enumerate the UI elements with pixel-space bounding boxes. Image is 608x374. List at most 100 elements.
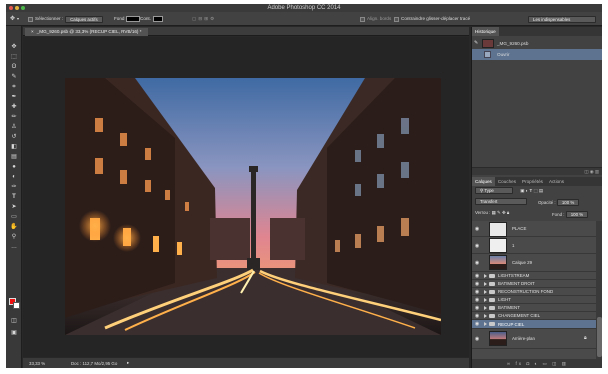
add-mask-icon[interactable]: ◘ — [526, 361, 531, 366]
blend-mode-dropdown[interactable]: Transfert — [475, 198, 527, 205]
brush-icon[interactable]: ✏ — [9, 114, 19, 121]
visibility-eye-icon[interactable]: ◉ — [474, 313, 480, 319]
tab-actions[interactable]: Actions — [546, 177, 567, 186]
link-layers-icon[interactable]: ∞ — [507, 361, 512, 366]
history-source-icon[interactable]: ✎ — [474, 38, 478, 49]
new-group-icon[interactable]: ▭ — [542, 361, 548, 366]
visibility-eye-icon[interactable]: ◉ — [474, 260, 480, 266]
blur-icon[interactable]: ● — [9, 164, 19, 171]
document-info[interactable]: Doc : 112,7 Mo/2,95 Go — [71, 361, 117, 366]
lock-paint-icon[interactable]: ✎ — [497, 210, 501, 215]
visibility-eye-icon[interactable]: ◉ — [474, 336, 480, 342]
expand-arrow-icon[interactable] — [484, 282, 487, 286]
path-select-icon[interactable]: ➤ — [9, 204, 19, 211]
quick-select-icon[interactable]: ✎ — [9, 74, 19, 81]
expand-arrow-icon[interactable] — [484, 274, 487, 278]
trash-icon[interactable]: ▥ — [562, 361, 568, 366]
layer-group-row-selected[interactable]: ◉ RECUP CIEL — [472, 320, 596, 329]
marquee-icon[interactable]: ⬚ — [9, 54, 19, 61]
scrollbar-thumb[interactable] — [597, 317, 602, 357]
history-state[interactable]: Ouvrir — [472, 49, 602, 60]
background-layer-row[interactable]: ◉ Arrière-plan 🔒︎ — [472, 329, 596, 349]
layer-group-row[interactable]: ◉ CHANGEMENT CIEL — [472, 312, 596, 320]
close-window-button[interactable] — [9, 6, 13, 10]
hand-icon[interactable]: ✋ — [9, 224, 19, 231]
filter-pixel-icon[interactable]: ▣ — [520, 188, 524, 193]
tab-properties[interactable]: Propriétés — [519, 177, 546, 186]
history-brush-icon[interactable]: ↺ — [9, 134, 19, 141]
background-color-swatch[interactable] — [13, 302, 20, 309]
layer-style-icon[interactable]: fx — [515, 361, 523, 366]
path-alignment-icon[interactable]: ⊟ — [198, 15, 202, 23]
expand-arrow-icon[interactable] — [484, 314, 487, 318]
expand-arrow-icon[interactable] — [484, 306, 487, 310]
tab-history[interactable]: Historique — [472, 27, 499, 36]
shape-icon[interactable]: ▭ — [9, 214, 19, 221]
minimize-window-button[interactable] — [15, 6, 19, 10]
layers-scrollbar[interactable] — [596, 221, 602, 359]
crop-icon[interactable]: ⌗ — [9, 84, 19, 91]
zoom-window-button[interactable] — [21, 6, 25, 10]
auto-select-checkbox[interactable] — [28, 16, 33, 22]
stamp-icon[interactable]: ♙ — [9, 124, 19, 131]
eraser-icon[interactable]: ◧ — [9, 144, 19, 151]
more-tools-icon[interactable]: … — [9, 244, 19, 251]
new-document-from-state-icon[interactable]: ◫ — [584, 169, 588, 174]
zoom-level[interactable]: 33,33 % — [29, 361, 45, 366]
filter-kind-dropdown[interactable]: ⚲ Type — [475, 187, 513, 194]
zoom-icon[interactable]: ⚲ — [9, 234, 19, 241]
close-tab-icon[interactable]: × — [31, 29, 34, 34]
layer-group-row[interactable]: ◉ BATIMENT DROIT — [472, 280, 596, 288]
visibility-eye-icon[interactable]: ◉ — [474, 305, 480, 311]
lock-position-icon[interactable]: ✥ — [502, 210, 506, 215]
pen-icon[interactable]: ✑ — [9, 184, 19, 191]
opacity-field[interactable]: 100 % — [556, 199, 580, 206]
fill-swatch[interactable] — [126, 16, 141, 22]
type-icon[interactable]: T — [9, 194, 19, 201]
new-layer-icon[interactable]: ◫ — [552, 361, 558, 366]
contour-swatch[interactable] — [152, 16, 163, 22]
layer-group-row[interactable]: ◉ RECONSTRUCTION FOND — [472, 288, 596, 296]
document-tab[interactable]: × _MG_9260.psb @ 33,3% (RECUP CIEL, RVB/1… — [25, 28, 148, 36]
layer-group-row[interactable]: ◉ LIGHT — [472, 296, 596, 304]
dodge-icon[interactable]: ◐ — [9, 174, 19, 181]
layer-row[interactable]: ◉ Calque 29 — [472, 254, 596, 272]
layer-group-row[interactable]: ◉ BATIMENT — [472, 304, 596, 312]
adjustment-layer-icon[interactable]: ◐ — [534, 361, 539, 366]
visibility-eye-icon[interactable]: ◉ — [474, 321, 480, 327]
lock-transparency-icon[interactable]: ▦ — [492, 210, 496, 215]
lock-all-icon[interactable]: 🔒︎ — [507, 210, 509, 215]
camera-icon[interactable]: ◉ — [590, 169, 594, 174]
align-edges-checkbox[interactable] — [360, 16, 365, 22]
visibility-eye-icon[interactable]: ◉ — [474, 226, 480, 232]
visibility-eye-icon[interactable]: ◉ — [474, 289, 480, 295]
move-icon[interactable]: ✥ — [9, 44, 19, 51]
layer-group-row[interactable]: ◉ LIGHTSTREAM — [472, 272, 596, 280]
document-image[interactable] — [65, 78, 441, 335]
visibility-eye-icon[interactable]: ◉ — [474, 243, 480, 249]
expand-arrow-icon[interactable] — [484, 290, 487, 294]
fill-field[interactable]: 100 % — [565, 211, 589, 218]
status-menu-icon[interactable]: ▸ — [127, 360, 129, 366]
history-snapshot[interactable]: ✎ _MG_9260.psb — [472, 38, 602, 49]
constrain-checkbox[interactable] — [394, 16, 399, 22]
tab-layers[interactable]: Calques — [472, 177, 495, 186]
visibility-eye-icon[interactable]: ◉ — [474, 297, 480, 303]
path-arrangement-icon[interactable]: ⊞ — [204, 15, 208, 23]
tab-channels[interactable]: Couches — [495, 177, 519, 186]
screen-mode-icon[interactable]: ▣ — [9, 330, 19, 337]
canvas-area[interactable] — [23, 37, 469, 357]
auto-select-dropdown[interactable]: Calques actifs — [65, 15, 103, 23]
trash-icon[interactable]: ▥ — [595, 169, 599, 174]
filter-shape-icon[interactable]: ⬚ — [533, 188, 537, 193]
quick-mask-icon[interactable]: ◫ — [9, 318, 19, 325]
filter-type-icon[interactable]: T — [530, 188, 533, 193]
visibility-eye-icon[interactable]: ◉ — [474, 281, 480, 287]
expand-arrow-icon[interactable] — [484, 298, 487, 302]
layer-row[interactable]: ◉ 1 — [472, 237, 596, 254]
workspace-dropdown[interactable]: Les indispensables — [528, 15, 596, 23]
visibility-eye-icon[interactable]: ◉ — [474, 273, 480, 279]
expand-arrow-icon[interactable] — [484, 322, 487, 326]
gear-icon[interactable]: ⚙ — [210, 15, 214, 23]
gradient-icon[interactable]: ▤ — [9, 154, 19, 161]
